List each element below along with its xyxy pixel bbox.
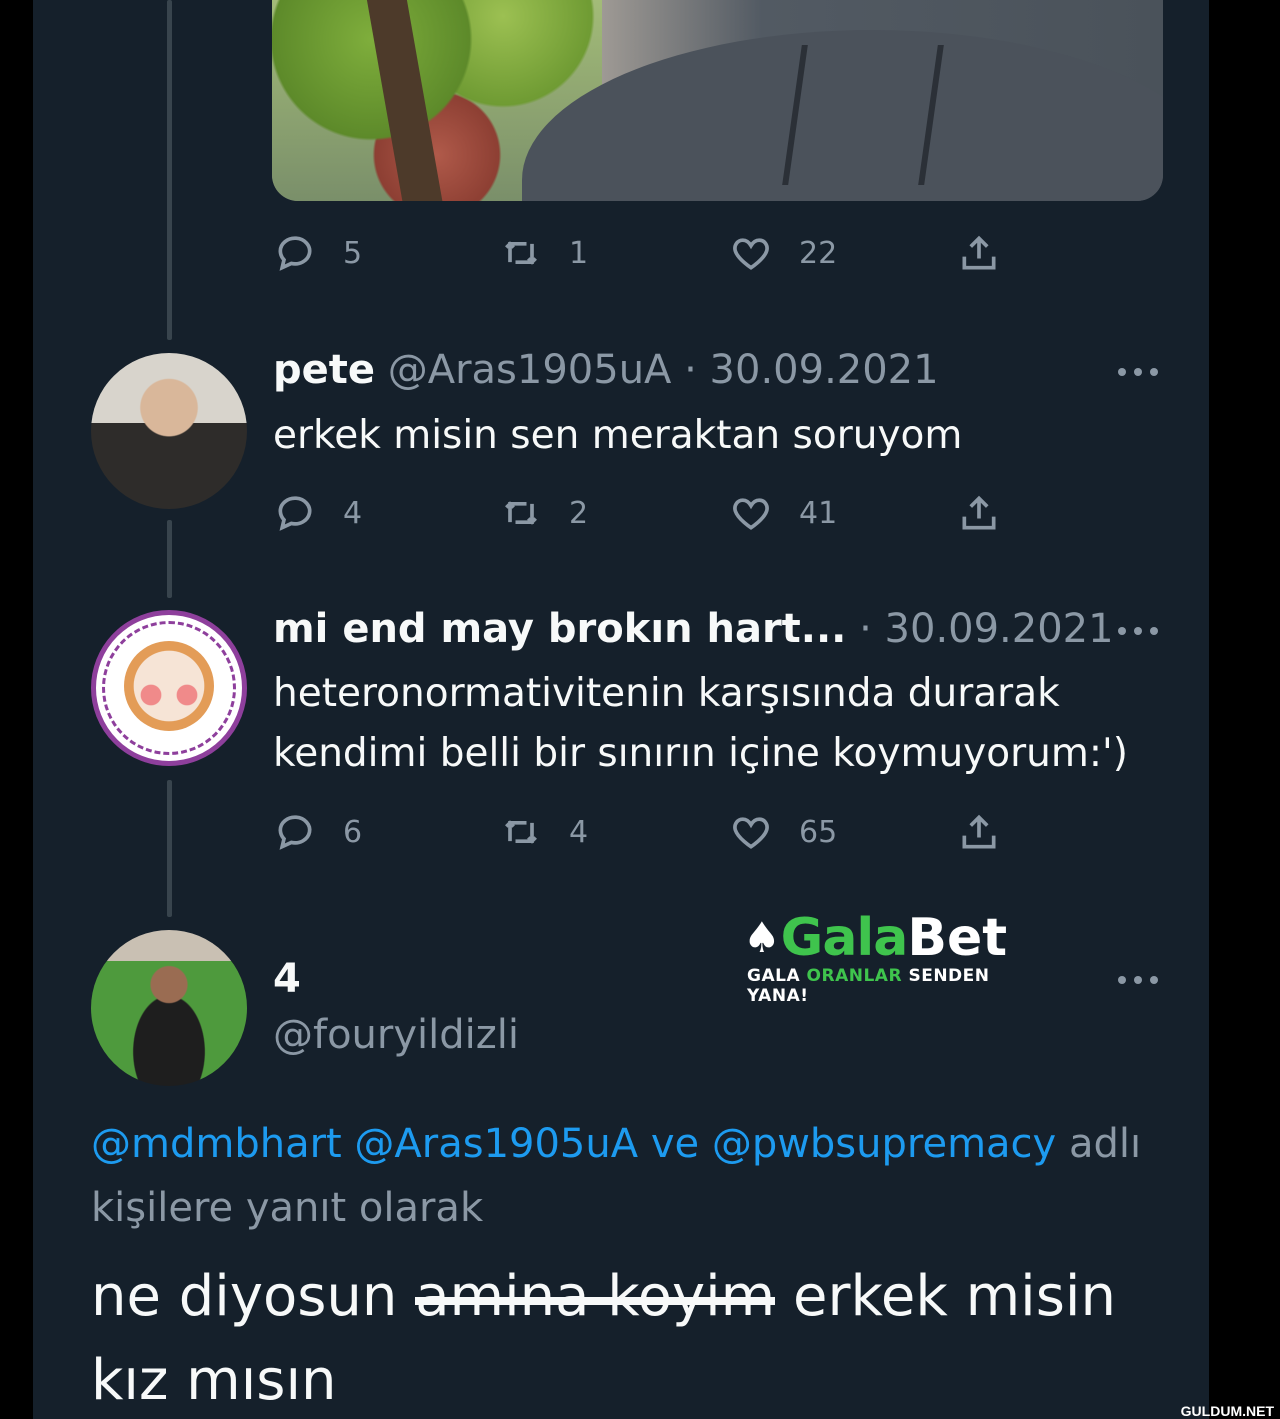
- retweet-count: 4: [569, 814, 589, 850]
- replying-suffix: adlı: [1068, 1121, 1142, 1167]
- tweet-text: ne diyosun amina koyim erkek misin kız m…: [91, 1255, 1181, 1419]
- retweet-button[interactable]: 2: [499, 488, 588, 538]
- tweet-text-line: heteronormativitenin karşısında durarak: [273, 671, 1060, 716]
- like-button[interactable]: 65: [729, 807, 837, 857]
- thread-line: [167, 0, 172, 340]
- more-icon[interactable]: [1118, 621, 1158, 641]
- thread-line: [167, 780, 172, 917]
- retweet-icon: [505, 820, 537, 844]
- retweet-count: 2: [569, 495, 589, 531]
- share-icon: [962, 235, 996, 270]
- mention-link[interactable]: @pwbsupremacy: [712, 1121, 1056, 1167]
- share-button[interactable]: [957, 228, 1001, 278]
- promo-logo: ♠ Gala Bet GALA ORANLAR SENDEN YANA!: [743, 908, 1053, 1006]
- handle-date[interactable]: @Aras1905uA · 30.09.2021: [388, 347, 939, 393]
- retweet-button[interactable]: 4: [499, 807, 588, 857]
- handle-date[interactable]: · 30.09.2021: [859, 606, 1113, 652]
- thread-line: [167, 520, 172, 598]
- brand-part2: Bet: [907, 908, 1008, 968]
- brand-part1: Gala: [780, 908, 909, 968]
- reply-icon: [278, 496, 312, 531]
- spade-icon: ♠: [743, 913, 781, 962]
- share-icon: [962, 495, 996, 530]
- reply-icon: [278, 815, 312, 850]
- promo-tagline: GALA ORANLAR SENDEN YANA!: [747, 966, 1053, 1006]
- like-count: 65: [799, 814, 838, 850]
- share-button[interactable]: [957, 807, 1001, 857]
- share-icon: [962, 814, 996, 849]
- tweet-media-image[interactable]: [272, 0, 1163, 201]
- reply-button[interactable]: 6: [273, 807, 362, 857]
- struck-text: amina koyim: [415, 1255, 775, 1339]
- reply-button[interactable]: 5: [273, 228, 362, 278]
- like-count: 22: [799, 235, 838, 271]
- more-icon[interactable]: [1118, 362, 1158, 382]
- tweet-text: erkek misin sen meraktan soruyom: [273, 413, 963, 458]
- twitter-thread: 5 1 22 pete @Aras1905uA · 30.09.2021 erk…: [33, 0, 1209, 1419]
- tweet-actions: 5 1 22: [273, 228, 1033, 278]
- replying-line2: kişilere yanıt olarak: [91, 1185, 484, 1231]
- reply-count: 5: [343, 235, 363, 271]
- retweet-icon: [505, 241, 537, 265]
- reply-button[interactable]: 4: [273, 488, 362, 538]
- like-icon: [733, 238, 769, 270]
- like-button[interactable]: 22: [729, 228, 837, 278]
- retweet-count: 1: [569, 235, 589, 271]
- tweet-actions: 6 4 65: [273, 807, 1033, 857]
- tagline-part: GALA: [747, 966, 807, 986]
- display-name[interactable]: 4: [273, 956, 301, 1002]
- replying-to: @mdmbhart @Aras1905uA ve @pwbsupremacy a…: [91, 1112, 1181, 1240]
- tagline-part: ORANLAR: [806, 966, 903, 986]
- watermark: GULDUM.NET: [1180, 1403, 1274, 1419]
- mention-link[interactable]: @mdmbhart: [91, 1121, 342, 1167]
- reply-count: 4: [343, 495, 363, 531]
- avatar[interactable]: [91, 353, 247, 509]
- handle[interactable]: @fouryildizli: [273, 1012, 519, 1058]
- display-name[interactable]: mi end may brokın hart...: [273, 606, 846, 652]
- like-count: 41: [799, 495, 838, 531]
- like-icon: [733, 817, 769, 849]
- mention-link[interactable]: @Aras1905uA: [354, 1121, 638, 1167]
- tweet-actions: 4 2 41: [273, 488, 1033, 538]
- tweet-header: mi end may brokın hart... · 30.09.2021: [273, 606, 1114, 652]
- avatar[interactable]: [91, 610, 247, 766]
- share-button[interactable]: [957, 488, 1001, 538]
- tweet-text-line: kendimi belli bir sınırın içine koymuyor…: [273, 731, 1128, 776]
- more-icon[interactable]: [1118, 970, 1158, 990]
- mention-connector: ve: [650, 1121, 700, 1167]
- cat-image: [124, 641, 214, 731]
- tweet-text: heteronormativitenin karşısında durarak …: [273, 664, 1128, 784]
- like-icon: [733, 498, 769, 530]
- retweet-button[interactable]: 1: [499, 228, 588, 278]
- like-button[interactable]: 41: [729, 488, 837, 538]
- avatar[interactable]: [91, 930, 247, 1086]
- reply-count: 6: [343, 814, 363, 850]
- display-name[interactable]: pete: [273, 347, 375, 393]
- retweet-icon: [505, 501, 537, 525]
- tweet-header: pete @Aras1905uA · 30.09.2021: [273, 347, 939, 393]
- reply-icon: [278, 236, 312, 271]
- tweet-text-part: ne diyosun: [91, 1264, 416, 1329]
